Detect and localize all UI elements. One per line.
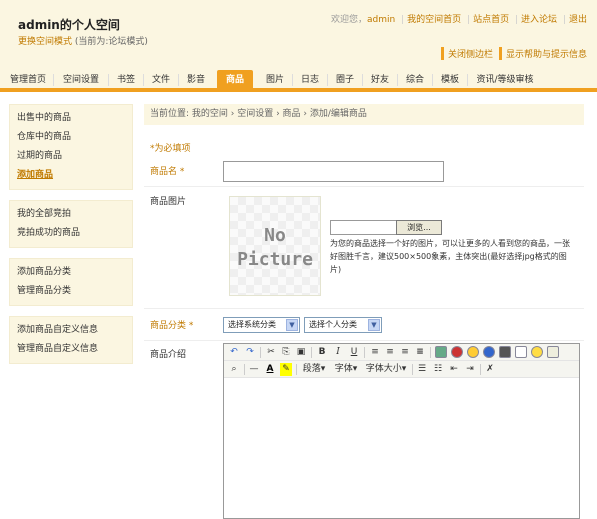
sidebar-group-auctions: 我的全部竞拍 竞拍成功的商品 (9, 200, 133, 248)
flash-icon[interactable] (451, 346, 463, 358)
paste-icon[interactable]: ▣ (295, 346, 307, 359)
special-char-icon[interactable] (547, 346, 559, 358)
sidebar-item-all-auctions[interactable]: 我的全部竞拍 (10, 205, 132, 224)
redo-icon[interactable]: ↷ (244, 346, 256, 359)
show-help-button[interactable]: 显示帮助与提示信息 (498, 47, 587, 60)
required-note: *为必填项 (150, 144, 191, 154)
tab-manage-home[interactable]: 管理首页 (6, 70, 50, 92)
breadcrumb: 当前位置: 我的空间 › 空间设置 › 商品 › 添加/编辑商品 (144, 104, 584, 125)
tab-files[interactable]: 文件 (147, 70, 175, 92)
editor-toolbar-1: ↶ ↷ ✂ ⎘ ▣ B I U ≡ ≡ ≡ ≡ (224, 344, 579, 361)
highlight-icon[interactable]: ✎ (280, 363, 292, 376)
system-category-value: 选择系统分类 (228, 320, 276, 329)
font-color-icon[interactable]: A (264, 363, 276, 376)
chevron-down-icon: ▼ (368, 319, 380, 331)
unordered-list-icon[interactable]: ☷ (432, 363, 444, 376)
link-icon[interactable] (499, 346, 511, 358)
tab-friends[interactable]: 好友 (366, 70, 394, 92)
paragraph-dropdown[interactable]: 段落▾ (300, 363, 328, 376)
tab-templates[interactable]: 模板 (436, 70, 464, 92)
indent-icon[interactable]: ⇥ (464, 363, 476, 376)
media-icon[interactable] (467, 346, 479, 358)
tab-space-settings[interactable]: 空间设置 (57, 70, 105, 92)
main-content: 当前位置: 我的空间 › 空间设置 › 商品 › 添加/编辑商品 (144, 104, 584, 125)
goods-image-label: 商品图片 (150, 197, 187, 207)
username-link[interactable]: admin (367, 15, 395, 25)
sidebar-item-add-custom-info[interactable]: 添加商品自定义信息 (10, 321, 132, 340)
mode-line: 更换空间模式 (当前为:论坛模式) (18, 34, 148, 47)
horizontal-rule-icon[interactable]: — (248, 363, 260, 376)
sidebar: 出售中的商品 仓库中的商品 过期的商品 添加商品 我的全部竞拍 竞拍成功的商品 … (9, 104, 133, 374)
my-space-home-link[interactable]: 我的空间首页 (407, 15, 461, 25)
sidebar-item-expired[interactable]: 过期的商品 (10, 147, 132, 166)
sidebar-group-custom-info: 添加商品自定义信息 管理商品自定义信息 (9, 316, 133, 364)
site-home-link[interactable]: 站点首页 (473, 15, 509, 25)
close-sidebar-button[interactable]: 关闭侧边栏 (440, 47, 493, 60)
category-label: 商品分类 * (150, 321, 194, 331)
sidebar-item-add-goods[interactable]: 添加商品 (10, 166, 132, 185)
main-nav: 管理首页 空间设置 书签 文件 影音 商品 图片 日志 圈子 好友 综合 模板 … (0, 66, 597, 92)
tab-general[interactable]: 综合 (401, 70, 429, 92)
info-icon[interactable] (483, 346, 495, 358)
no-picture-text-2: Picture (237, 249, 313, 270)
sidebar-item-manage-custom-info[interactable]: 管理商品自定义信息 (10, 340, 132, 359)
outdent-icon[interactable]: ⇤ (448, 363, 460, 376)
font-dropdown[interactable]: 字体▾ (332, 363, 360, 376)
table-icon[interactable] (515, 346, 527, 358)
align-center-icon[interactable]: ≡ (384, 346, 396, 359)
tab-goods[interactable]: 商品 (217, 70, 253, 92)
sidebar-item-on-sale[interactable]: 出售中的商品 (10, 109, 132, 128)
ordered-list-icon[interactable]: ☰ (416, 363, 428, 376)
top-links: 欢迎您，admin | 我的空间首页 | 站点首页 | 进入论坛 | 退出 (331, 15, 587, 25)
cut-icon[interactable]: ✂ (265, 346, 277, 359)
bold-icon[interactable]: B (316, 346, 328, 359)
italic-icon[interactable]: I (332, 346, 344, 359)
sidebar-item-won-auctions[interactable]: 竞拍成功的商品 (10, 224, 132, 243)
space-title: admin的个人空间 (18, 18, 120, 32)
personal-category-value: 选择个人分类 (309, 320, 357, 329)
tab-bookmarks[interactable]: 书签 (112, 70, 140, 92)
sidebar-item-in-stock[interactable]: 仓库中的商品 (10, 128, 132, 147)
image-icon[interactable] (435, 346, 447, 358)
header: admin的个人空间 更换空间模式 (当前为:论坛模式) 欢迎您，admin |… (0, 0, 597, 66)
copy-icon[interactable]: ⎘ (280, 346, 292, 359)
sidebar-group-categories: 添加商品分类 管理商品分类 (9, 258, 133, 306)
forum-link[interactable]: 进入论坛 (521, 15, 557, 25)
current-mode: (当前为:论坛模式) (74, 37, 148, 47)
rich-text-editor: ↶ ↷ ✂ ⎘ ▣ B I U ≡ ≡ ≡ ≡ ⌕ — A ✎ 段落▾ 字体▾ … (223, 343, 580, 519)
sidebar-item-add-category[interactable]: 添加商品分类 (10, 263, 132, 282)
tab-circles[interactable]: 圈子 (331, 70, 359, 92)
welcome-text: 欢迎您， (331, 15, 368, 25)
no-picture-text-1: No (264, 225, 286, 246)
personal-category-select[interactable]: 选择个人分类 ▼ (304, 317, 382, 333)
undo-icon[interactable]: ↶ (228, 346, 240, 359)
tab-info-review[interactable]: 资讯/等级审核 (471, 70, 539, 92)
clear-format-icon[interactable]: ✗ (484, 363, 496, 376)
sidebar-group-goods: 出售中的商品 仓库中的商品 过期的商品 添加商品 (9, 104, 133, 190)
system-category-select[interactable]: 选择系统分类 ▼ (223, 317, 300, 333)
search-icon[interactable]: ⌕ (228, 363, 240, 376)
font-size-dropdown[interactable]: 字体大小▾ (364, 363, 408, 376)
logout-link[interactable]: 退出 (569, 15, 587, 25)
align-left-icon[interactable]: ≡ (369, 346, 381, 359)
switch-mode-link[interactable]: 更换空间模式 (18, 37, 72, 47)
tab-blog[interactable]: 日志 (296, 70, 324, 92)
no-picture-placeholder: No Picture (229, 196, 321, 296)
intro-label: 商品介绍 (150, 350, 187, 360)
image-hint: 为您的商品选择一个好的图片，可以让更多的人看到您的商品，一张好图胜千言，建议50… (330, 239, 570, 274)
browse-button[interactable]: 浏览... (396, 220, 442, 235)
chevron-down-icon: ▼ (286, 319, 298, 331)
header-tools: 关闭侧边栏 显示帮助与提示信息 (435, 47, 587, 60)
sidebar-item-manage-category[interactable]: 管理商品分类 (10, 282, 132, 301)
editor-toolbar-2: ⌕ — A ✎ 段落▾ 字体▾ 字体大小▾ ☰ ☷ ⇤ ⇥ ✗ (224, 361, 579, 378)
editor-body[interactable] (224, 379, 579, 518)
tab-media[interactable]: 影音 (182, 70, 210, 92)
justify-icon[interactable]: ≡ (414, 346, 426, 359)
underline-icon[interactable]: U (348, 346, 360, 359)
tab-pictures[interactable]: 图片 (261, 70, 289, 92)
emoticon-icon[interactable] (531, 346, 543, 358)
align-right-icon[interactable]: ≡ (399, 346, 411, 359)
goods-name-label: 商品名 * (150, 167, 185, 177)
goods-name-input[interactable] (223, 161, 444, 182)
